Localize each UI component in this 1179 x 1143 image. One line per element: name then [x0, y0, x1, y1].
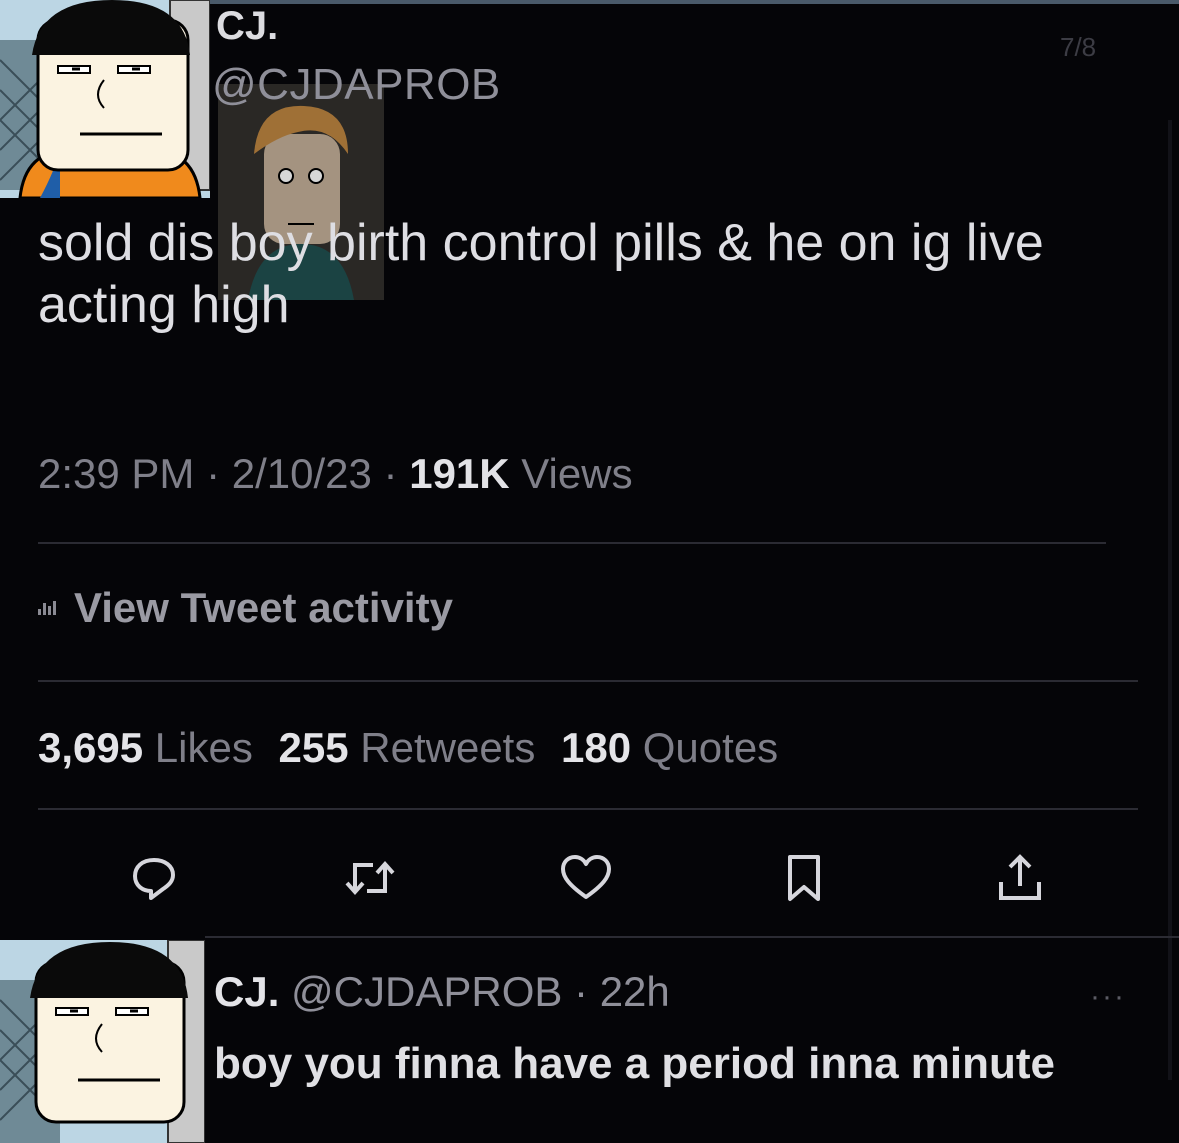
quotes-label: Quotes: [642, 724, 779, 771]
activity-label: View Tweet activity: [74, 584, 453, 631]
quotes-count: 180: [561, 724, 632, 771]
quotes-stat[interactable]: 180 Quotes: [561, 724, 778, 771]
retweets-count: 255: [278, 724, 349, 771]
reply-button[interactable]: [122, 846, 186, 910]
display-name[interactable]: CJ.: [216, 4, 278, 49]
divider: [38, 680, 1138, 682]
analytics-icon: [38, 601, 56, 615]
handle[interactable]: @CJDAPROB: [212, 60, 501, 110]
tweet-meta: 2:39 PM · 2/10/23 · 191K Views: [38, 450, 633, 498]
cartoon-avatar-icon: [0, 940, 205, 1143]
divider: [205, 936, 1179, 938]
share-icon: [999, 854, 1041, 900]
meta-separator: ·: [371, 450, 410, 497]
likes-count: 3,695: [38, 724, 144, 771]
retweets-label: Retweets: [360, 724, 536, 771]
views-label: Views: [521, 450, 633, 497]
tweet-time[interactable]: 2:39 PM: [38, 450, 194, 497]
likes-stat[interactable]: 3,695 Likes: [38, 724, 253, 771]
cartoon-avatar-icon: [0, 0, 210, 198]
image-counter: 7/8: [1060, 32, 1097, 62]
share-button[interactable]: [988, 846, 1052, 910]
divider: [38, 542, 1106, 544]
bookmark-icon: [788, 855, 820, 901]
reply-avatar[interactable]: [0, 940, 205, 1143]
bookmark-button[interactable]: [772, 846, 836, 910]
tweet-date[interactable]: 2/10/23: [232, 450, 372, 497]
views-count: 191K: [409, 450, 510, 497]
retweets-stat[interactable]: 255 Retweets: [279, 724, 536, 771]
retweet-icon: [345, 860, 395, 896]
meta-separator: ·: [194, 450, 232, 497]
like-icon: [561, 855, 611, 899]
reply-text: boy you finna have a period inna minute: [214, 1039, 1056, 1088]
divider: [38, 808, 1138, 810]
reply-display-name[interactable]: CJ.: [214, 968, 279, 1015]
view-tweet-activity-link[interactable]: View Tweet activity: [38, 584, 453, 632]
avatar[interactable]: [0, 0, 210, 198]
tweet-text: sold dis boy birth control pills & he on…: [38, 214, 1044, 334]
engagement-stats: 3,695 Likes 255 Retweets 180 Quotes: [38, 724, 778, 772]
meta-separator: ·: [562, 968, 600, 1015]
retweet-button[interactable]: [338, 846, 402, 910]
likes-label: Likes: [154, 724, 253, 771]
reply-icon: [133, 858, 175, 900]
reply-handle[interactable]: @CJDAPROB: [291, 968, 562, 1015]
reply-header: CJ. @CJDAPROB · 22h: [214, 968, 670, 1016]
reply-age[interactable]: 22h: [600, 968, 670, 1015]
more-options-icon[interactable]: ···: [1090, 980, 1126, 1014]
like-button[interactable]: [554, 846, 618, 910]
